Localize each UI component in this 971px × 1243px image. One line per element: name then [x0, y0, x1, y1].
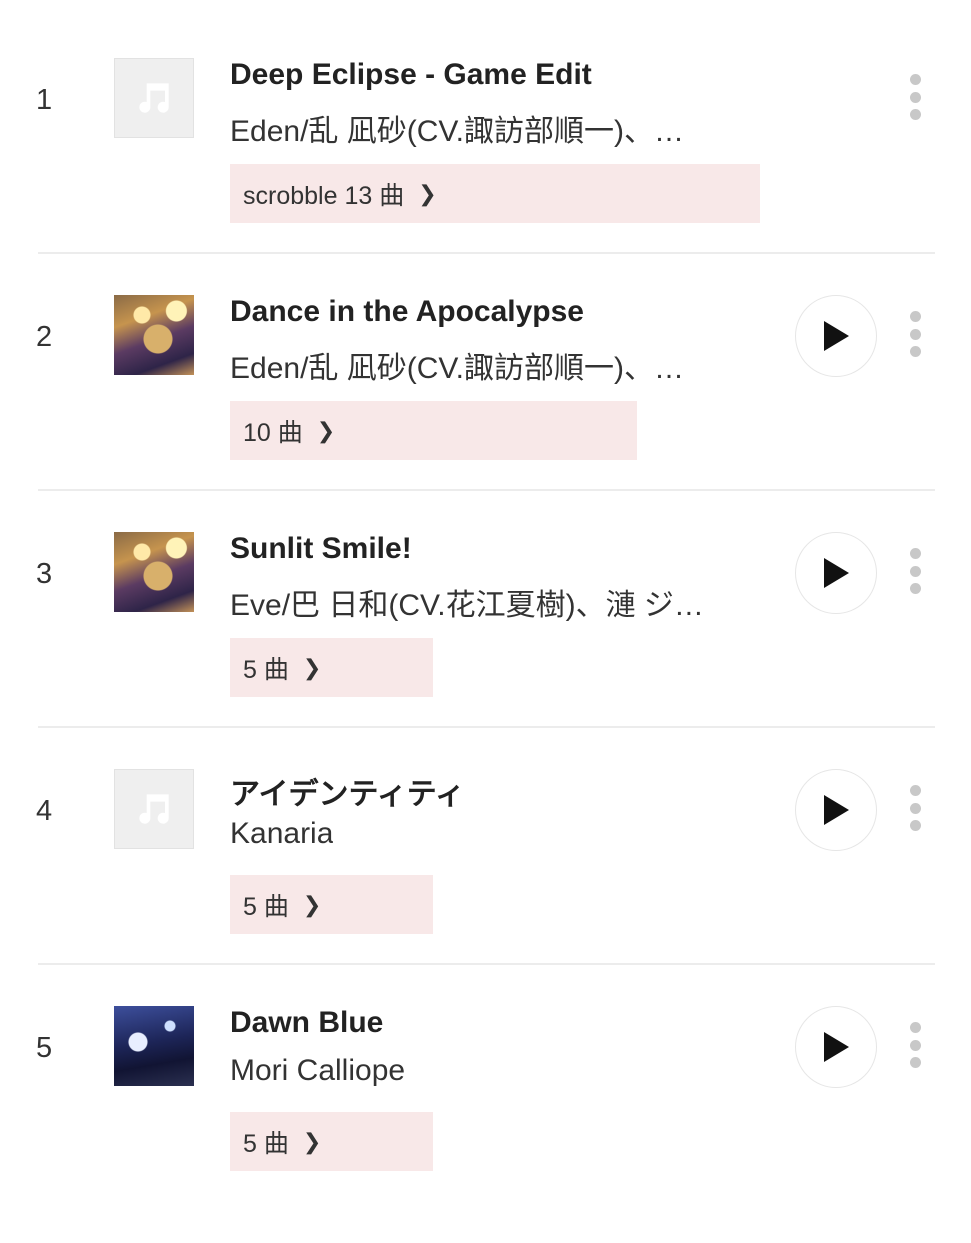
track-rank: 3 [36, 558, 53, 590]
chevron-right-icon: ❯ [316, 417, 336, 443]
track-row-5[interactable]: 5 Dawn Blue Mori Calliope 5 曲 ❯ [0, 1006, 971, 1243]
track-rank: 2 [36, 321, 53, 353]
track-rank: 1 [36, 84, 53, 116]
track-artist[interactable]: Eden/乱 凪砂(CV.諏訪部順一)、… [230, 106, 684, 150]
music-note-icon [139, 83, 169, 113]
play-icon [824, 795, 849, 825]
more-vertical-icon[interactable] [906, 548, 924, 594]
track-row-4[interactable]: 4 アイデンティティ Kanaria 5 曲 ❯ [0, 769, 971, 1006]
chevron-right-icon: ❯ [418, 180, 437, 206]
scrobble-count-chip[interactable]: 5 曲 ❯ [230, 1112, 433, 1171]
scrobble-count-chip[interactable]: scrobble 13 曲 ❯ [230, 164, 760, 223]
scrobble-count-chip[interactable]: 5 曲 ❯ [230, 638, 433, 697]
play-button[interactable] [795, 769, 877, 851]
more-vertical-icon[interactable] [906, 785, 924, 831]
track-artist[interactable]: Mori Calliope [230, 1054, 405, 1088]
divider [38, 963, 935, 965]
album-art[interactable] [114, 58, 194, 138]
music-note-icon [139, 794, 169, 824]
album-art[interactable] [114, 295, 194, 375]
chip-label: 5 曲 [243, 655, 289, 684]
track-title[interactable]: アイデンティティ [230, 769, 465, 813]
track-title[interactable]: Deep Eclipse - Game Edit [230, 58, 592, 92]
play-icon [824, 558, 849, 588]
track-rank: 4 [36, 795, 53, 827]
track-title[interactable]: Dawn Blue [230, 1006, 383, 1040]
more-vertical-icon[interactable] [906, 311, 924, 357]
track-title[interactable]: Sunlit Smile! [230, 532, 412, 566]
chip-label: 10 曲 [243, 418, 303, 447]
play-button[interactable] [795, 295, 877, 377]
track-artist[interactable]: Kanaria [230, 817, 333, 851]
scrobble-count-chip[interactable]: 10 曲 ❯ [230, 401, 637, 460]
chevron-right-icon: ❯ [302, 654, 322, 680]
play-icon [824, 1032, 849, 1062]
track-artist[interactable]: Eve/巴 日和(CV.花江夏樹)、漣 ジ… [230, 580, 704, 624]
play-icon [824, 321, 849, 351]
scrobble-count-chip[interactable]: 5 曲 ❯ [230, 875, 433, 934]
divider [38, 489, 935, 491]
more-vertical-icon[interactable] [906, 1022, 924, 1068]
divider [38, 252, 935, 254]
album-art[interactable] [114, 532, 194, 612]
chip-label: 5 曲 [243, 892, 289, 921]
track-row-3[interactable]: 3 Sunlit Smile! Eve/巴 日和(CV.花江夏樹)、漣 ジ… 5… [0, 532, 971, 769]
chevron-right-icon: ❯ [302, 891, 322, 917]
track-rank: 5 [36, 1032, 53, 1064]
more-vertical-icon[interactable] [906, 74, 924, 120]
play-button[interactable] [795, 532, 877, 614]
chip-label: scrobble 13 曲 [243, 181, 405, 210]
divider [38, 726, 935, 728]
chevron-right-icon: ❯ [302, 1128, 322, 1154]
album-art[interactable] [114, 1006, 194, 1086]
chip-label: 5 曲 [243, 1129, 289, 1158]
track-artist[interactable]: Eden/乱 凪砂(CV.諏訪部順一)、… [230, 343, 684, 387]
track-row-2[interactable]: 2 Dance in the Apocalypse Eden/乱 凪砂(CV.諏… [0, 295, 971, 532]
track-title[interactable]: Dance in the Apocalypse [230, 295, 584, 329]
play-button[interactable] [795, 1006, 877, 1088]
track-row-1[interactable]: 1 Deep Eclipse - Game Edit Eden/乱 凪砂(CV.… [0, 58, 971, 295]
album-art[interactable] [114, 769, 194, 849]
